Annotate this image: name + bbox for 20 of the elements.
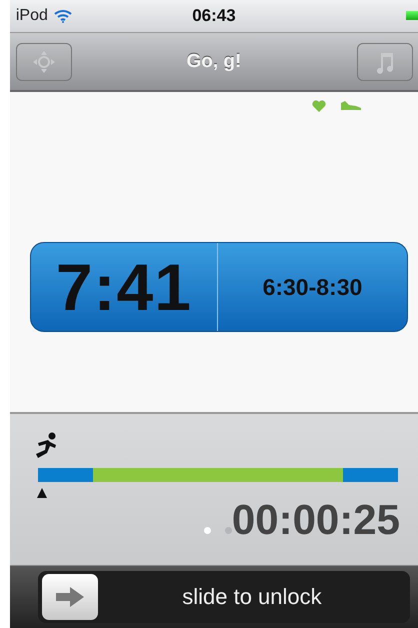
location-button[interactable] [16, 42, 72, 80]
target-pace-range: 6:30-8:30 [262, 274, 362, 300]
position-marker [36, 488, 47, 498]
music-button[interactable] [357, 42, 413, 80]
elapsed-time: 00:00:25 [232, 496, 400, 544]
screen-title: Go, g! [186, 50, 242, 72]
page-dot[interactable] [204, 527, 211, 534]
heart-icon [312, 100, 326, 112]
carrier-name: iPod [16, 7, 48, 25]
status-time: 06:43 [192, 6, 236, 26]
wifi-icon [54, 9, 72, 23]
page-dot[interactable] [224, 527, 232, 534]
unlock-slider[interactable]: slide to unlock [38, 571, 410, 623]
shoe-icon [340, 100, 362, 110]
slider-knob[interactable] [42, 574, 98, 620]
arrow-icon [56, 587, 84, 607]
crosshair-icon [30, 48, 57, 74]
unlock-label: slide to unlock [181, 584, 323, 610]
current-pace: 7:41 [56, 249, 192, 325]
battery-icon [406, 11, 418, 20]
